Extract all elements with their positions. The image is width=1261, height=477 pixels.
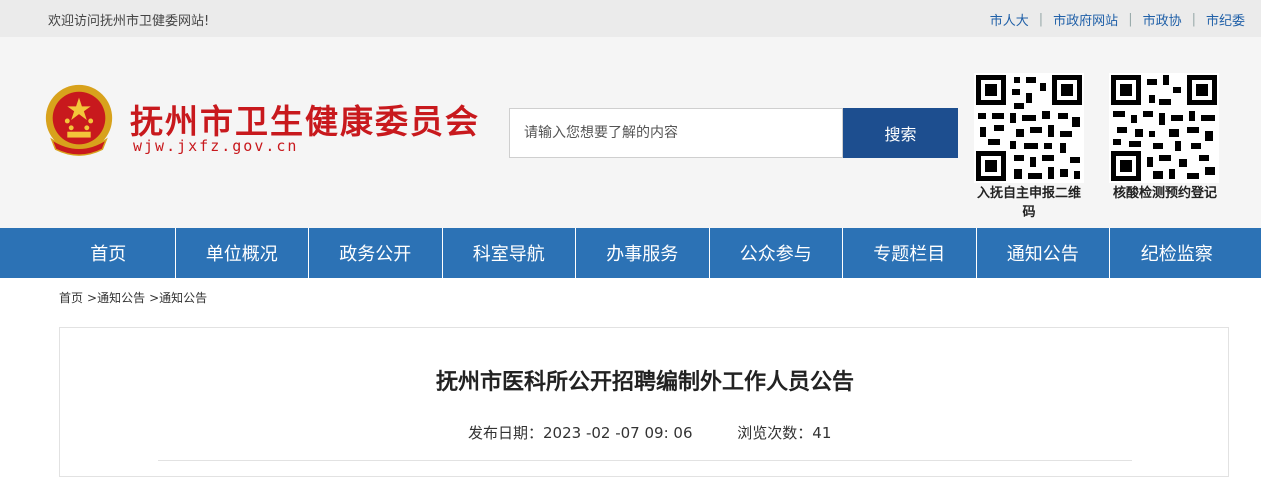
link-government[interactable]: 市政府网站: [1053, 10, 1118, 29]
qr-caption: 入抚自主申报二维码: [976, 186, 1081, 220]
views-count: 41: [812, 424, 832, 442]
article-title: 抚州市医科所公开招聘编制外工作人员公告: [435, 370, 854, 395]
article-card: 抚州市医科所公开招聘编制外工作人员公告 发布日期：2023 -02 -07 09…: [59, 327, 1229, 477]
search-box: [509, 108, 843, 158]
link-renda[interactable]: 市人大: [990, 10, 1029, 29]
site-header: 抚州市卫生健康委员会 wjw.jxfz.gov.cn 搜索: [0, 37, 1261, 228]
link-separator: |: [1191, 12, 1196, 27]
nav-item-home[interactable]: 首页: [42, 228, 176, 278]
link-zhengxie[interactable]: 市政协: [1143, 10, 1182, 29]
top-links: 市人大 | 市政府网站 | 市政协 | 市纪委: [990, 10, 1245, 29]
nav-item-topics[interactable]: 专题栏目: [843, 228, 977, 278]
breadcrumb-notices[interactable]: >通知公告: [87, 289, 145, 306]
breadcrumb-notices-sub[interactable]: >通知公告: [149, 289, 207, 306]
nav-item-discipline[interactable]: 纪检监察: [1110, 228, 1244, 278]
nav-item-participation[interactable]: 公众参与: [710, 228, 843, 278]
divider: [158, 460, 1132, 461]
search-input[interactable]: [510, 109, 842, 157]
qr-code-icon[interactable]: [974, 73, 1084, 183]
link-jiwei[interactable]: 市纪委: [1206, 10, 1245, 29]
nav-item-services[interactable]: 办事服务: [576, 228, 710, 278]
site-domain: wjw.jxfz.gov.cn: [133, 137, 299, 155]
top-bar: 欢迎访问抚州市卫健委网站! 市人大 | 市政府网站 | 市政协 | 市纪委: [0, 0, 1261, 37]
nav-item-public-affairs[interactable]: 政务公开: [309, 228, 443, 278]
main-nav: 首页 单位概况 政务公开 科室导航 办事服务 公众参与 专题栏目 通知公告 纪检…: [0, 228, 1261, 278]
nav-item-notices[interactable]: 通知公告: [977, 228, 1110, 278]
qr-code-icon[interactable]: [1109, 73, 1219, 183]
search-button[interactable]: 搜索: [843, 108, 958, 158]
welcome-text: 欢迎访问抚州市卫健委网站!: [48, 14, 210, 29]
nav-item-overview[interactable]: 单位概况: [176, 228, 309, 278]
nav-item-departments[interactable]: 科室导航: [443, 228, 576, 278]
link-separator: |: [1038, 12, 1044, 27]
qr-caption: 核酸检测预约登记: [1112, 186, 1217, 201]
publish-label: 发布日期：: [468, 424, 544, 442]
views-label: 浏览次数：: [737, 424, 813, 442]
article-meta: 发布日期：2023 -02 -07 09: 06 浏览次数：41: [468, 422, 831, 443]
link-separator: |: [1128, 12, 1133, 27]
breadcrumb-home[interactable]: 首页: [59, 289, 83, 306]
national-emblem-icon: [45, 84, 113, 156]
publish-date: 2023 -02 -07 09: 06: [543, 424, 693, 442]
breadcrumb: 首页 >通知公告 >通知公告: [59, 289, 211, 306]
site-title[interactable]: 抚州市卫生健康委员会: [130, 95, 480, 143]
